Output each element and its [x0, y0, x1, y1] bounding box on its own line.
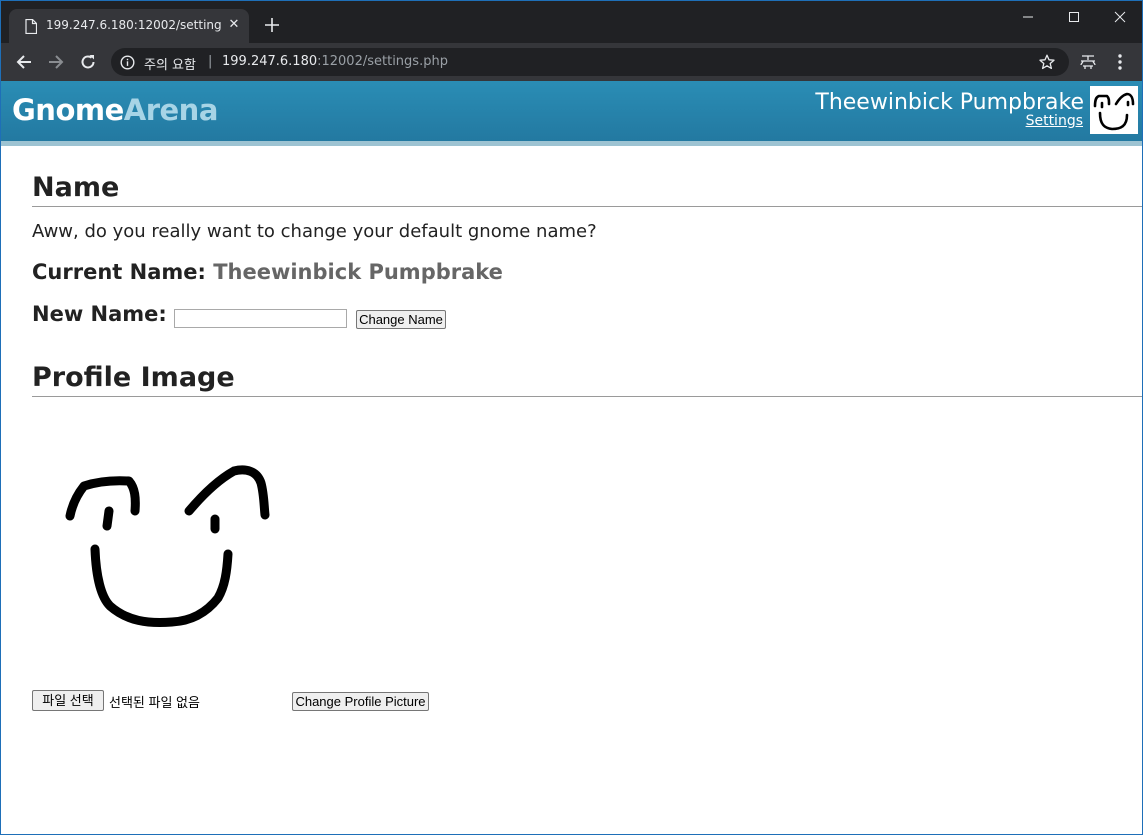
info-icon[interactable] [120, 55, 135, 70]
security-warning: 주의 요함 [144, 58, 196, 73]
site-logo[interactable]: GnomeArena [12, 93, 218, 127]
tab-title: 199.247.6.180:12002/settings.php [46, 18, 222, 32]
profile-section-heading: Profile Image [32, 362, 235, 393]
browser-tab[interactable]: 199.247.6.180:12002/settings.php ✕ [9, 9, 249, 43]
new-name-input[interactable] [174, 309, 347, 328]
current-name-label: Current Name: [32, 260, 206, 284]
bookmark-star-icon[interactable] [1039, 54, 1055, 70]
smiley-face-icon [1093, 92, 1135, 131]
current-name-line: Current Name: Theewinbick Pumpbrake [32, 260, 503, 284]
url-path: :12002/settings.php [317, 54, 448, 69]
back-arrow-icon[interactable] [14, 52, 34, 72]
logo-gnome-text: Gnome [12, 93, 124, 127]
browser-tab-strip: 199.247.6.180:12002/settings.php ✕ [1, 1, 1142, 43]
no-file-selected-text: 선택된 파일 없음 [109, 695, 200, 710]
browser-toolbar: 주의 요함 | 199.247.6.180:12002/settings.php [1, 43, 1142, 81]
url-text[interactable]: 199.247.6.180:12002/settings.php [222, 54, 448, 69]
name-change-prompt: Aww, do you really want to change your d… [32, 221, 597, 242]
new-name-label: New Name: [32, 302, 167, 326]
maximize-icon[interactable] [1051, 5, 1097, 29]
extension-icon[interactable] [1079, 54, 1097, 70]
address-bar[interactable]: 주의 요함 | 199.247.6.180:12002/settings.php [111, 48, 1069, 76]
change-name-button[interactable]: Change Name [356, 310, 446, 329]
change-profile-picture-button[interactable]: Change Profile Picture [292, 692, 429, 711]
url-separator: | [208, 54, 213, 69]
site-header: GnomeArena Theewinbick Pumpbrake Setting… [1, 81, 1142, 146]
kebab-menu-icon[interactable] [1113, 53, 1127, 71]
profile-section-divider [32, 396, 1142, 397]
choose-file-button[interactable]: 파일 선택 [32, 690, 104, 711]
avatar[interactable] [1090, 86, 1138, 134]
minimize-icon[interactable] [1005, 5, 1051, 29]
name-section-heading: Name [32, 172, 120, 203]
close-window-icon[interactable] [1097, 5, 1143, 29]
name-section-divider [32, 206, 1142, 207]
current-name-value: Theewinbick Pumpbrake [213, 260, 503, 284]
forward-arrow-icon[interactable] [46, 52, 66, 72]
profile-image [65, 465, 270, 628]
document-icon [25, 19, 37, 34]
tab-close-icon[interactable]: ✕ [227, 18, 241, 32]
header-user-name: Theewinbick Pumpbrake [815, 90, 1084, 115]
logo-arena-text: Arena [123, 93, 219, 127]
header-underline [1, 141, 1142, 146]
reload-icon[interactable] [78, 52, 98, 72]
new-tab-icon[interactable] [263, 16, 281, 34]
url-host: 199.247.6.180 [222, 54, 318, 69]
settings-link[interactable]: Settings [1026, 113, 1083, 129]
